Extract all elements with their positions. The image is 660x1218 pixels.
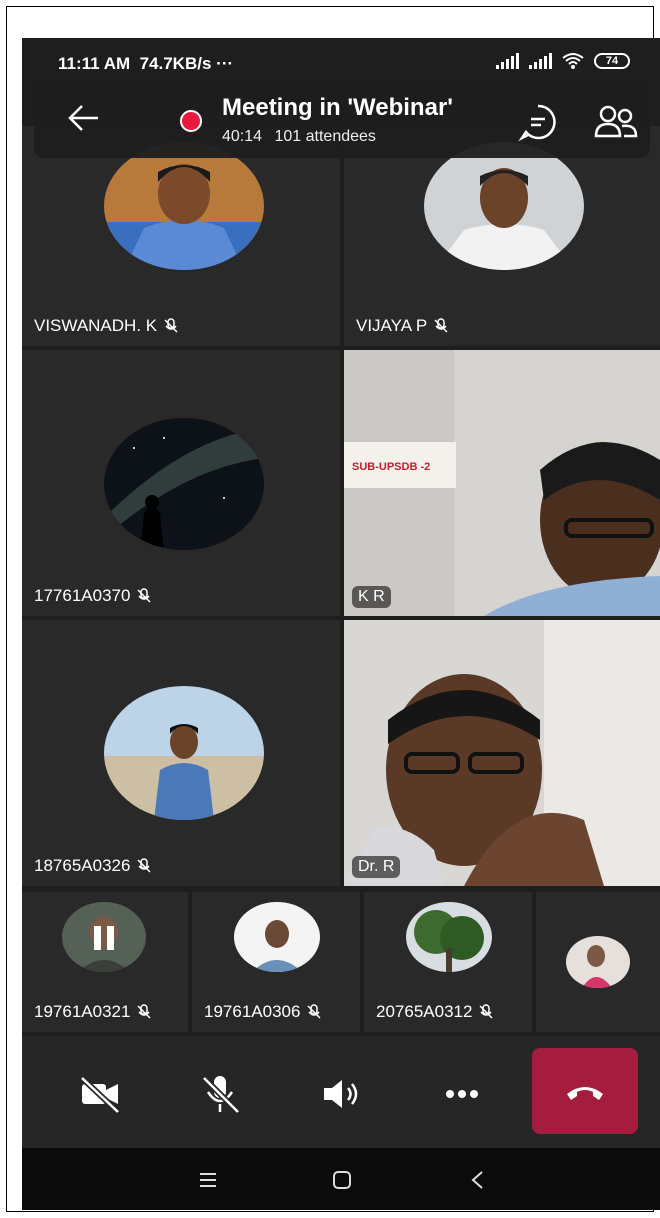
pause-icon	[90, 924, 118, 952]
battery-icon: 74	[594, 53, 630, 69]
participant-name: 17761A0370	[34, 586, 152, 606]
avatar	[566, 936, 630, 988]
status-bar: 11:11 AM 74.7KB/s ··· 74	[22, 38, 660, 84]
status-icons: 74	[496, 52, 630, 70]
mic-off-icon	[434, 318, 448, 333]
mic-off-icon[interactable]	[198, 1072, 242, 1116]
arrow-left-icon[interactable]	[64, 98, 104, 138]
avatar	[104, 686, 264, 820]
camera-off-icon[interactable]	[78, 1072, 122, 1116]
participant-tile[interactable]: 17761A0370	[22, 350, 340, 616]
video-feed	[344, 620, 660, 886]
record-indicator	[180, 110, 202, 132]
participant-tile[interactable]: VIJAYA P	[344, 126, 660, 346]
mic-off-icon	[137, 858, 151, 873]
participant-small-tile[interactable]: 20765A0312	[364, 892, 532, 1032]
mic-off-icon	[137, 588, 151, 603]
avatar	[234, 902, 320, 972]
participant-name: VISWANADH. K	[34, 316, 179, 336]
participant-name: 18765A0326	[34, 856, 152, 876]
participant-small-tile[interactable]: 19761A0321	[22, 892, 188, 1032]
hangup-icon	[567, 1087, 603, 1100]
participant-name: 19761A0321	[34, 1002, 152, 1022]
home-icon[interactable]	[332, 1170, 352, 1190]
attendee-count: 101 attendees	[274, 128, 376, 145]
meeting-header: Meeting in 'Webinar' 40:14 101 attendees	[34, 80, 650, 158]
participant-tile[interactable]: 18765A0326	[22, 620, 340, 886]
mic-off-icon	[307, 1004, 321, 1019]
wifi-icon	[562, 53, 584, 69]
mic-off-icon	[164, 318, 178, 333]
participant-small-tile[interactable]	[536, 892, 660, 1032]
phone-screen: 11:11 AM 74.7KB/s ··· 74 VISWANADH. K VI…	[22, 38, 660, 1210]
hangup-button[interactable]	[532, 1048, 638, 1134]
mic-off-icon	[137, 1004, 151, 1019]
svg-text:SUB-UPSDB -2: SUB-UPSDB -2	[352, 461, 430, 473]
signal-icon	[529, 53, 552, 69]
chat-icon[interactable]	[518, 102, 558, 142]
avatar	[424, 142, 584, 270]
menu-icon[interactable]	[198, 1172, 218, 1188]
participant-small-tile[interactable]: 19761A0306	[192, 892, 360, 1032]
people-icon[interactable]	[594, 102, 638, 142]
android-nav-bar	[22, 1148, 660, 1210]
avatar	[406, 902, 492, 972]
participant-name: Dr. R	[352, 856, 401, 878]
mic-off-icon	[479, 1004, 493, 1019]
meeting-subtitle: 40:14 101 attendees	[222, 128, 384, 146]
video-feed: SUB-UPSDB -2	[344, 350, 660, 616]
call-controls	[22, 1036, 660, 1148]
status-time: 11:11 AM 74.7KB/s ···	[58, 54, 234, 73]
avatar	[104, 142, 264, 270]
meeting-duration: 40:14	[222, 128, 263, 145]
participant-name: 19761A0306	[204, 1002, 322, 1022]
participant-video-tile[interactable]: SUB-UPSDB -2 K R	[344, 350, 660, 616]
meeting-title: Meeting in 'Webinar'	[222, 94, 453, 121]
participant-tile[interactable]: VISWANADH. K	[22, 126, 340, 346]
speaker-icon[interactable]	[318, 1072, 362, 1116]
signal-icon	[496, 53, 519, 69]
participant-video-tile[interactable]: Dr. R	[344, 620, 660, 886]
more-icon[interactable]	[440, 1072, 484, 1116]
back-nav-icon[interactable]	[470, 1170, 484, 1190]
participant-name: 20765A0312	[376, 1002, 494, 1022]
participant-name: VIJAYA P	[356, 316, 449, 336]
avatar	[62, 902, 146, 972]
participant-name: K R	[352, 586, 391, 608]
avatar	[104, 418, 264, 550]
